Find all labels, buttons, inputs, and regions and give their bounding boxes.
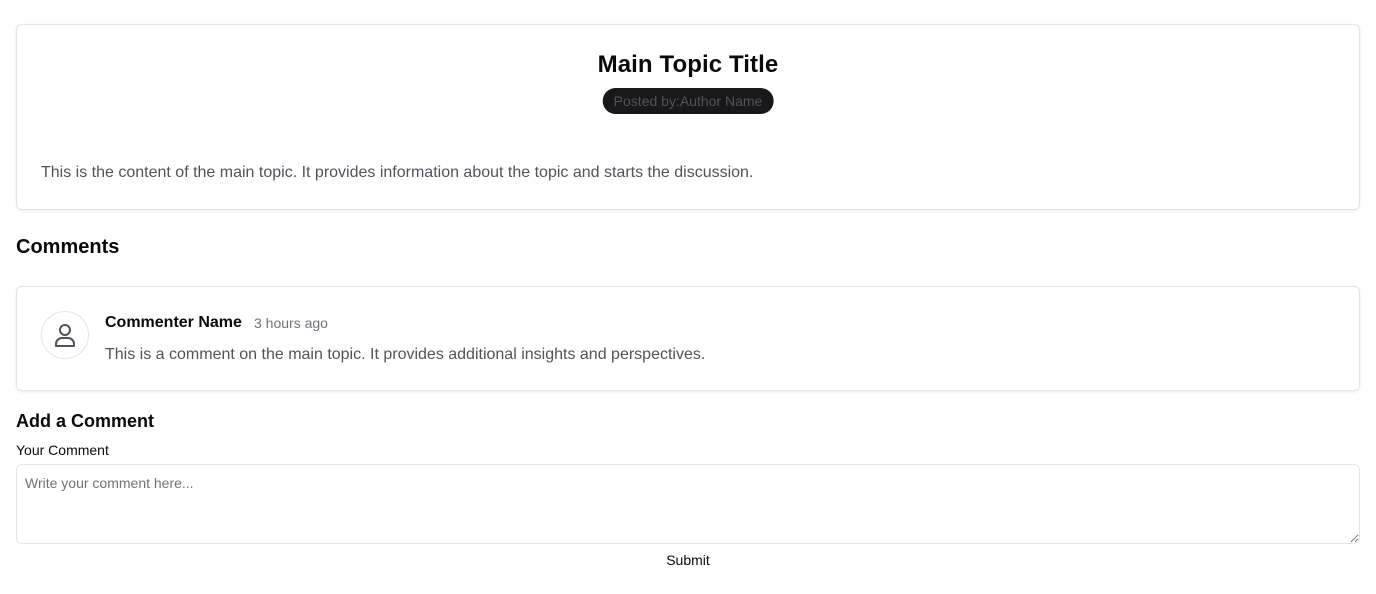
- submit-button[interactable]: Submit: [648, 548, 728, 572]
- comment-card: Commenter Name 3 hours ago This is a com…: [16, 286, 1360, 391]
- topic-content: This is the content of the main topic. I…: [41, 164, 754, 181]
- topic-title: Main Topic Title: [597, 51, 779, 78]
- comment-textarea[interactable]: [16, 464, 1360, 544]
- commenter-name: Commenter Name: [105, 314, 242, 331]
- add-comment-heading: Add a Comment: [16, 411, 155, 431]
- comment-field-label: Your Comment: [16, 442, 109, 458]
- author-badge: Posted by:Author Name: [602, 88, 774, 114]
- comments-heading: Comments: [16, 236, 120, 258]
- avatar: [41, 311, 89, 359]
- comment-timestamp: 3 hours ago: [254, 315, 328, 331]
- comment-text: This is a comment on the main topic. It …: [105, 346, 706, 363]
- topic-card: Main Topic Title Posted by:Author Name T…: [16, 24, 1360, 210]
- user-icon: [54, 323, 76, 347]
- forum-topic-page: Main Topic Title Posted by:Author Name T…: [0, 0, 1376, 594]
